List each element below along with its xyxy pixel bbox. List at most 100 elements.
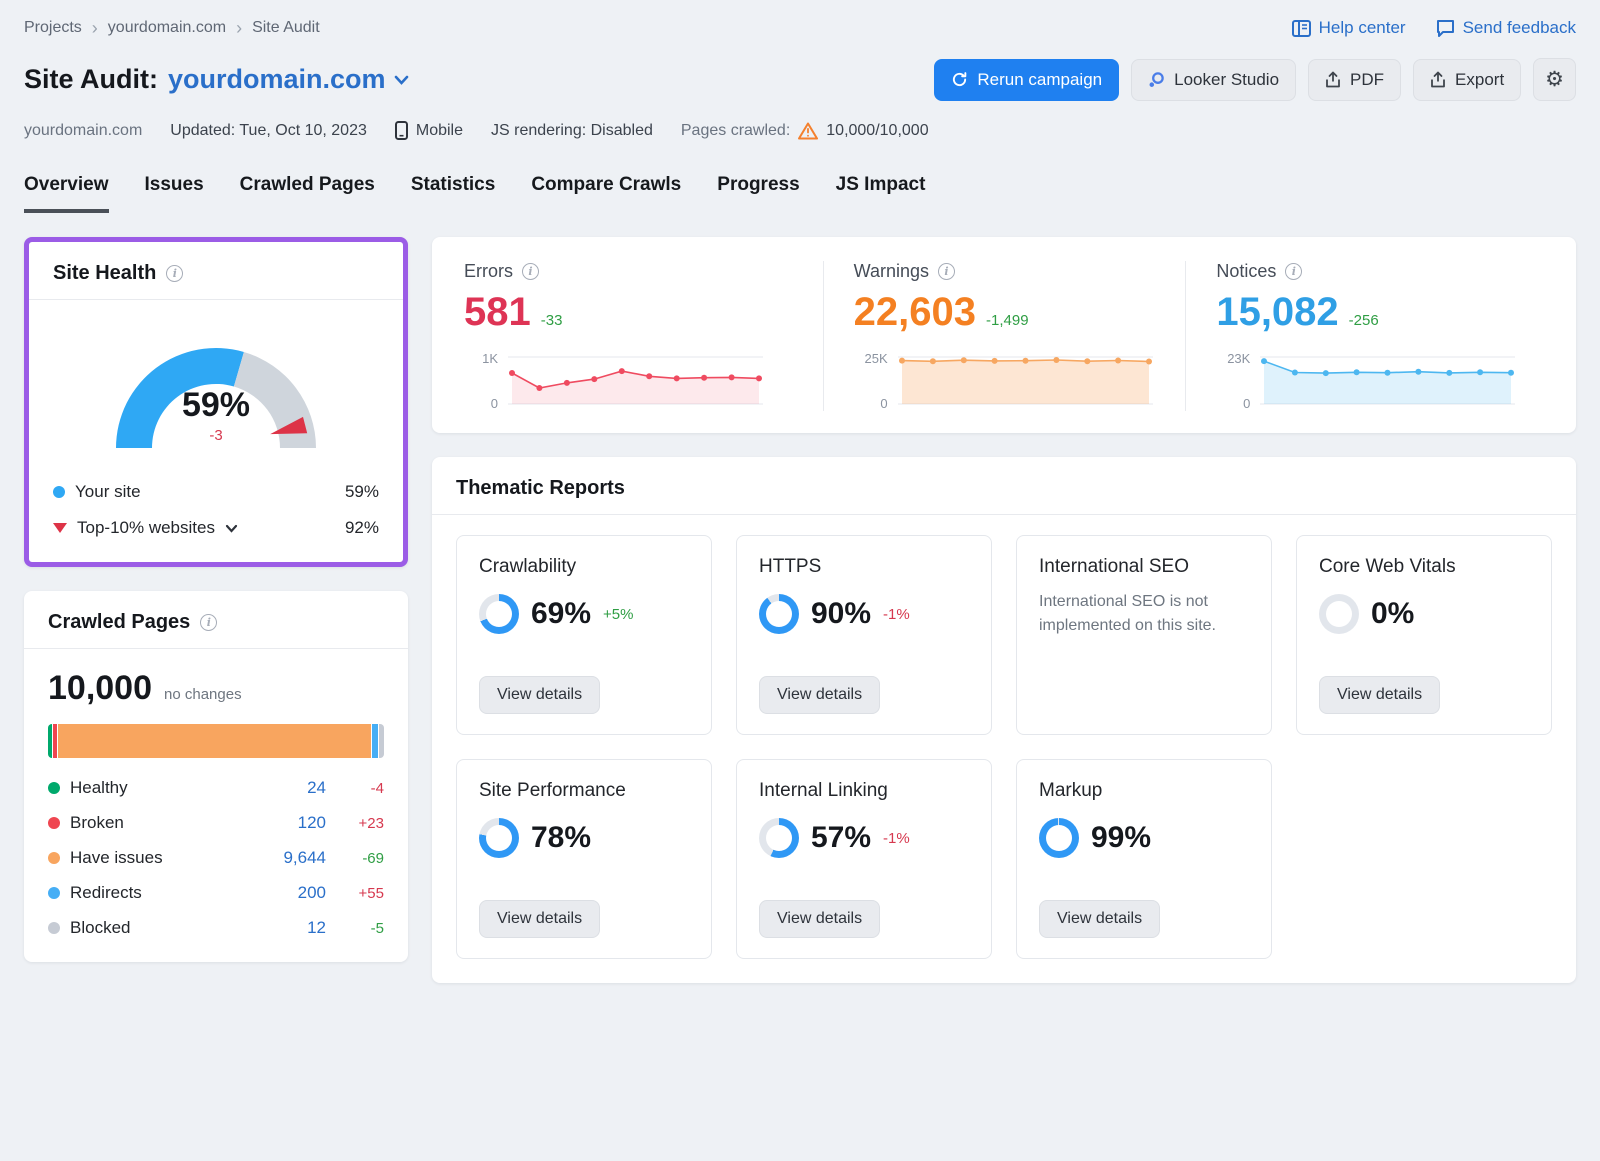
crawled-pages-card: Crawled Pages 10,000 no changes Healthy … xyxy=(24,591,408,962)
tab-overview[interactable]: Overview xyxy=(24,174,109,213)
export-button[interactable]: Export xyxy=(1413,59,1521,101)
tile-title: International SEO xyxy=(1039,556,1249,578)
tile-title: Markup xyxy=(1039,780,1249,802)
view-details-button[interactable]: View details xyxy=(1039,900,1160,938)
domain-selector[interactable]: yourdomain.com xyxy=(168,64,409,95)
info-icon[interactable] xyxy=(1285,263,1302,280)
send-feedback-link[interactable]: Send feedback xyxy=(1436,18,1576,38)
donut-chart xyxy=(479,818,519,858)
legend-delta: -4 xyxy=(336,780,384,797)
top-sites-label: Top-10% websites xyxy=(77,518,215,538)
rerun-campaign-label: Rerun campaign xyxy=(977,70,1102,90)
info-icon[interactable] xyxy=(938,263,955,280)
notices-delta: -256 xyxy=(1349,312,1379,329)
notices-count-link[interactable]: 15,082 xyxy=(1216,290,1338,335)
axis-min-label: 0 xyxy=(1216,396,1250,411)
view-details-button[interactable]: View details xyxy=(759,900,880,938)
info-icon[interactable] xyxy=(522,263,539,280)
tile-percent: 78% xyxy=(531,821,591,855)
legend-label: Redirects xyxy=(70,883,252,903)
donut-chart xyxy=(1039,818,1079,858)
site-health-title: Site Health xyxy=(53,262,156,285)
tab-issues[interactable]: Issues xyxy=(145,174,204,213)
donut-chart xyxy=(759,818,799,858)
legend-label: Broken xyxy=(70,813,252,833)
help-center-link[interactable]: Help center xyxy=(1292,18,1406,38)
crawled-pages-bar-segment[interactable] xyxy=(372,724,379,758)
legend-dot xyxy=(48,782,60,794)
tab-statistics[interactable]: Statistics xyxy=(411,174,495,213)
legend-label: Healthy xyxy=(70,778,252,798)
tile-note: International SEO is not implemented on … xyxy=(1039,590,1249,638)
tile-title: HTTPS xyxy=(759,556,969,578)
view-details-button[interactable]: View details xyxy=(479,676,600,714)
legend-delta: -5 xyxy=(336,920,384,937)
view-details-button[interactable]: View details xyxy=(479,900,600,938)
crawled-pages-title: Crawled Pages xyxy=(48,611,190,634)
legend-row-have-issues: Have issues 9,644 -69 xyxy=(48,848,384,868)
breadcrumb: Projects › yourdomain.com › Site Audit xyxy=(24,19,320,37)
notices-sparkline xyxy=(1260,351,1515,411)
crawled-pages-note: no changes xyxy=(164,686,242,703)
errors-count-link[interactable]: 581 xyxy=(464,290,531,335)
issues-summary-card: Errors 581 -33 1K 0 xyxy=(432,237,1576,433)
your-site-label: Your site xyxy=(75,482,141,502)
donut-chart xyxy=(479,594,519,634)
rerun-campaign-button[interactable]: Rerun campaign xyxy=(934,59,1119,101)
view-details-button[interactable]: View details xyxy=(1319,676,1440,714)
send-feedback-label: Send feedback xyxy=(1463,18,1576,38)
chevron-down-icon xyxy=(394,75,409,85)
breadcrumb-site-audit: Site Audit xyxy=(252,19,320,37)
gear-icon: ⚙ xyxy=(1545,69,1564,90)
tile-internal-linking: Internal Linking 57% -1% View details xyxy=(736,759,992,959)
pdf-button[interactable]: PDF xyxy=(1308,59,1401,101)
legend-label: Blocked xyxy=(70,918,252,938)
tile-title: Crawlability xyxy=(479,556,689,578)
tab-compare-crawls[interactable]: Compare Crawls xyxy=(531,174,681,213)
legend-row-broken: Broken 120 +23 xyxy=(48,813,384,833)
legend-value-link[interactable]: 12 xyxy=(262,918,326,938)
your-site-value: 59% xyxy=(345,482,379,502)
tab-js-impact[interactable]: JS Impact xyxy=(836,174,926,213)
axis-min-label: 0 xyxy=(854,396,888,411)
errors-column: Errors 581 -33 1K 0 xyxy=(460,261,823,411)
top-sites-row[interactable]: Top-10% websites 92% xyxy=(53,518,379,538)
warnings-column: Warnings 22,603 -1,499 25K 0 xyxy=(823,261,1186,411)
benchmark-marker-icon xyxy=(53,523,67,533)
legend-row-redirects: Redirects 200 +55 xyxy=(48,883,384,903)
legend-row-healthy: Healthy 24 -4 xyxy=(48,778,384,798)
legend-value-link[interactable]: 9,644 xyxy=(262,848,326,868)
donut-chart xyxy=(759,594,799,634)
crawled-pages-bar-segment[interactable] xyxy=(58,724,372,758)
your-site-dot xyxy=(53,486,65,498)
meta-js-rendering: JS rendering: Disabled xyxy=(491,122,653,140)
crawled-pages-bar-segment[interactable] xyxy=(379,724,384,758)
settings-gear-button[interactable]: ⚙ xyxy=(1533,58,1576,101)
info-icon[interactable] xyxy=(200,614,217,631)
tab-progress[interactable]: Progress xyxy=(717,174,799,213)
notices-label: Notices xyxy=(1216,261,1276,282)
view-details-button[interactable]: View details xyxy=(759,676,880,714)
looker-studio-label: Looker Studio xyxy=(1174,70,1279,90)
tab-crawled-pages[interactable]: Crawled Pages xyxy=(240,174,375,213)
errors-sparkline xyxy=(508,351,763,411)
tile-delta: -1% xyxy=(883,606,910,623)
info-icon[interactable] xyxy=(166,265,183,282)
tile-site-performance: Site Performance 78% View details xyxy=(456,759,712,959)
tile-percent: 69% xyxy=(531,597,591,631)
warnings-count-link[interactable]: 22,603 xyxy=(854,290,976,335)
feedback-bubble-icon xyxy=(1436,19,1455,37)
legend-delta: +23 xyxy=(336,815,384,832)
legend-value-link[interactable]: 200 xyxy=(262,883,326,903)
legend-value-link[interactable]: 120 xyxy=(262,813,326,833)
tile-crawlability: Crawlability 69% +5% View details xyxy=(456,535,712,735)
legend-value-link[interactable]: 24 xyxy=(262,778,326,798)
breadcrumb-separator: › xyxy=(236,19,242,37)
thematic-reports-card: Thematic Reports Crawlability 69% +5% Vi… xyxy=(432,457,1576,983)
warnings-delta: -1,499 xyxy=(986,312,1029,329)
breadcrumb-projects[interactable]: Projects xyxy=(24,19,82,37)
mobile-phone-icon xyxy=(395,121,408,140)
breadcrumb-domain[interactable]: yourdomain.com xyxy=(108,19,226,37)
axis-min-label: 0 xyxy=(464,396,498,411)
looker-studio-button[interactable]: Looker Studio xyxy=(1131,59,1296,101)
